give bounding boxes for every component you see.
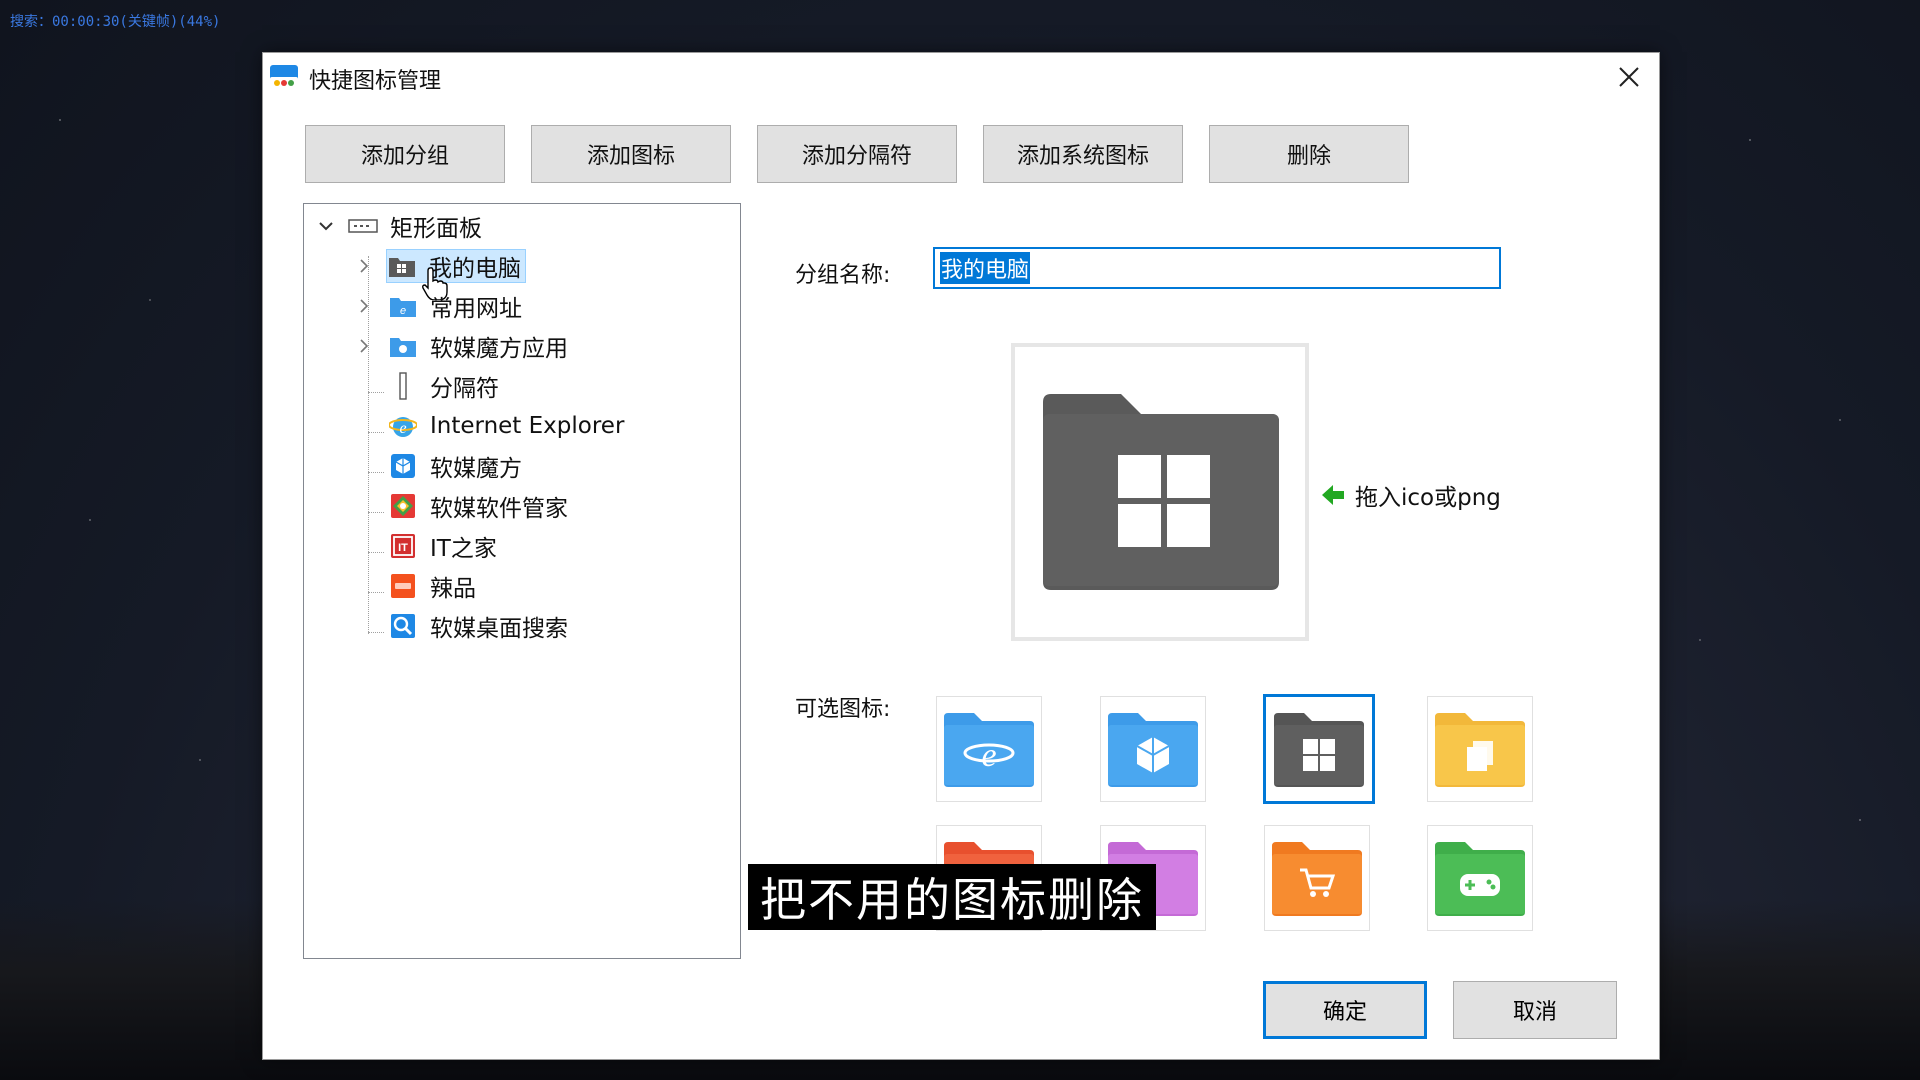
optional-icons-label: 可选图标: — [795, 697, 891, 722]
tree-guide-line — [368, 392, 384, 393]
desktop-search-icon — [388, 612, 418, 640]
tree-item-label: 软媒魔方 — [430, 456, 522, 482]
close-icon — [1619, 67, 1639, 87]
folder-windows-icon — [1043, 394, 1279, 590]
tree-item-common-urls[interactable]: e 常用网址 — [388, 289, 522, 323]
optional-icon-game-folder[interactable] — [1427, 825, 1533, 931]
chevron-right-icon — [360, 299, 369, 313]
folder-documents-icon — [1435, 713, 1525, 787]
tree-guide-line — [368, 552, 384, 553]
title-bar[interactable]: 快捷图标管理 — [263, 53, 1659, 101]
tree-guide-line — [368, 512, 384, 513]
chevron-right-icon — [360, 259, 369, 273]
tree-expand-toggle[interactable] — [356, 338, 372, 354]
add-group-button[interactable]: 添加分组 — [305, 125, 505, 183]
chevron-down-icon — [319, 222, 333, 231]
tree-item-ithome[interactable]: IT IT之家 — [388, 529, 497, 563]
folder-ie-icon: e — [388, 292, 418, 320]
add-system-icon-button[interactable]: 添加系统图标 — [983, 125, 1183, 183]
svg-text:IT: IT — [398, 542, 408, 554]
add-icon-button[interactable]: 添加图标 — [531, 125, 731, 183]
add-separator-button[interactable]: 添加分隔符 — [757, 125, 957, 183]
tree-root-collapse-toggle[interactable] — [318, 218, 334, 234]
video-subtitle: 把不用的图标删除 — [748, 864, 1156, 930]
tree-item-internet-explorer[interactable]: e Internet Explorer — [388, 409, 624, 443]
tree-item-separator[interactable]: 分隔符 — [388, 369, 499, 403]
group-name-selected-text: 我的电脑 — [940, 252, 1031, 284]
svg-text:e: e — [399, 420, 406, 437]
cancel-button[interactable]: 取消 — [1453, 981, 1617, 1039]
tree-item-label: 常用网址 — [430, 296, 522, 322]
svg-text:e: e — [981, 737, 996, 774]
folder-windows-icon — [1274, 713, 1364, 787]
video-status-text: 搜索：00:00:30(关键帧)(44%) — [10, 14, 221, 30]
separator-icon — [388, 372, 418, 400]
mofang-icon — [388, 452, 418, 480]
folder-game-icon — [1435, 842, 1525, 916]
lapin-icon — [388, 572, 418, 600]
folder-cart-icon — [1272, 842, 1362, 916]
tree-root-label: 矩形面板 — [390, 216, 482, 242]
tree-item-lapin[interactable]: 辣品 — [388, 569, 476, 603]
tree-item-label: 分隔符 — [430, 376, 499, 402]
chevron-right-icon — [360, 339, 369, 353]
tree-item-desktop-search[interactable]: 软媒桌面搜索 — [388, 609, 568, 643]
tree-item-mofang-apps[interactable]: 软媒魔方应用 — [388, 329, 568, 363]
close-button[interactable] — [1609, 59, 1649, 95]
optional-icon-cart-folder[interactable] — [1264, 825, 1370, 931]
folder-ie-icon: e — [944, 713, 1034, 787]
delete-button[interactable]: 删除 — [1209, 125, 1409, 183]
folder-app-icon — [1108, 713, 1198, 787]
tree-item-my-computer[interactable]: 我的电脑 — [386, 249, 526, 283]
tree-guide-line — [368, 632, 384, 633]
tree-item-mofang[interactable]: 软媒魔方 — [388, 449, 522, 483]
folder-windows-icon — [387, 252, 417, 280]
icon-tree[interactable]: 矩形面板 我的电脑 e 常用网址 软媒魔方应用 分隔符 e Internet E… — [303, 203, 741, 959]
optional-icon-ie-folder[interactable]: e — [936, 696, 1042, 802]
ithome-icon: IT — [388, 532, 418, 560]
optional-icon-windows-folder[interactable] — [1263, 694, 1375, 804]
tree-item-label: 软媒桌面搜索 — [430, 616, 568, 642]
group-name-input[interactable]: 我的电脑 — [933, 247, 1501, 289]
drop-hint: 拖入ico或png — [1321, 478, 1501, 512]
icon-preview-dropzone[interactable] — [1011, 343, 1309, 641]
tree-item-software-manager[interactable]: 软媒软件管家 — [388, 489, 568, 523]
optional-icon-documents-folder[interactable] — [1427, 696, 1533, 802]
arrow-left-icon — [1322, 485, 1344, 505]
ie-icon: e — [388, 412, 418, 440]
folder-app-icon — [388, 332, 418, 360]
tree-item-label: IT之家 — [430, 536, 497, 562]
tree-expand-toggle[interactable] — [356, 298, 372, 314]
tree-root[interactable]: 矩形面板 — [348, 209, 482, 243]
tree-item-label: Internet Explorer — [430, 413, 625, 439]
ok-button[interactable]: 确定 — [1263, 981, 1427, 1039]
dialog-title: 快捷图标管理 — [309, 69, 442, 94]
drop-hint-label: 拖入ico或png — [1355, 485, 1501, 511]
tree-item-label: 辣品 — [430, 576, 476, 602]
optional-icon-app-folder[interactable] — [1100, 696, 1206, 802]
tree-item-label: 软媒魔方应用 — [430, 336, 568, 362]
tree-guide-line — [368, 592, 384, 593]
tree-guide-line — [368, 472, 384, 473]
tree-item-label: 软媒软件管家 — [430, 496, 568, 522]
panel-icon — [348, 212, 378, 240]
svg-text:e: e — [400, 305, 406, 317]
tree-expand-toggle[interactable] — [356, 258, 372, 274]
tree-guide-line — [368, 432, 384, 433]
software-manager-icon — [388, 492, 418, 520]
app-icon — [270, 65, 298, 89]
group-name-label: 分组名称: — [795, 263, 891, 288]
